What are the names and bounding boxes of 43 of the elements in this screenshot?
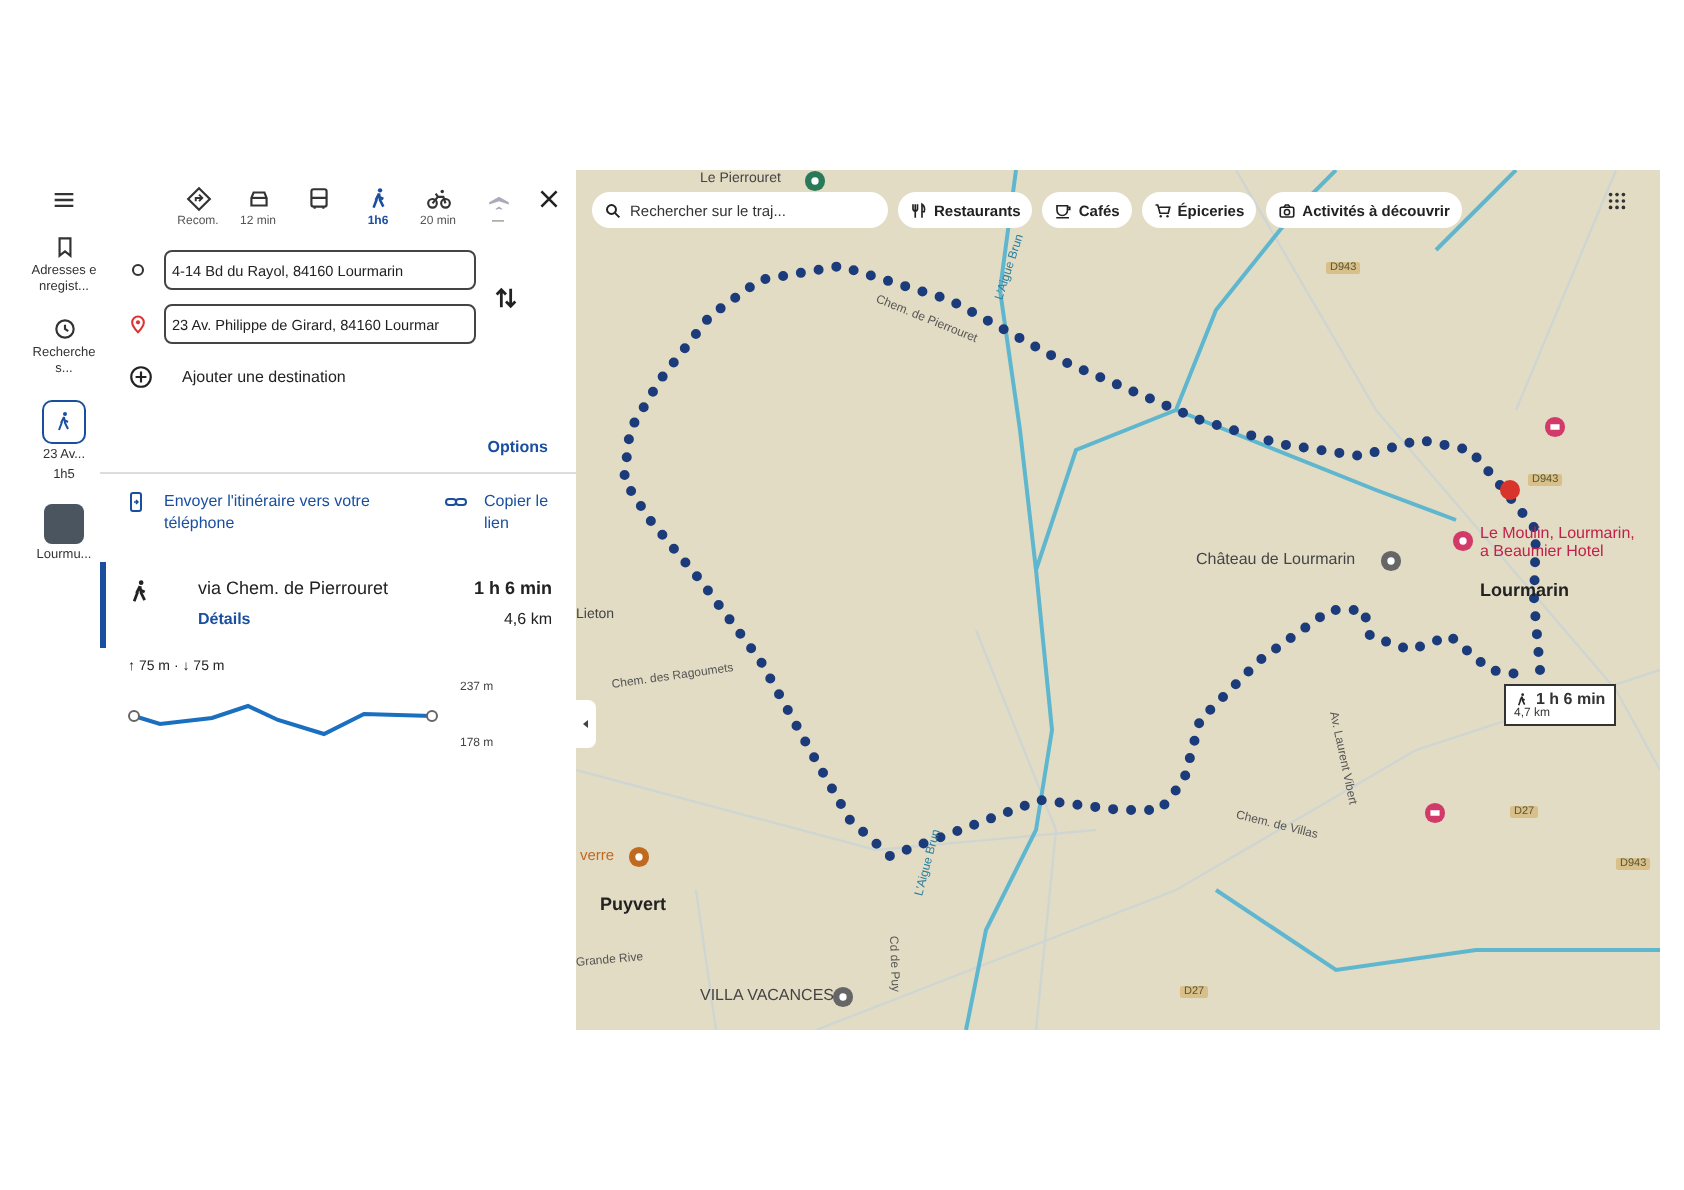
route-duration: 1 h 6 min: [473, 578, 552, 599]
landmark-label: Château de Lourmarin: [1196, 550, 1356, 568]
history-icon: [51, 316, 77, 343]
photo-placeholder: [44, 503, 84, 544]
camera-icon: [1278, 201, 1297, 219]
walking-person-icon: [1514, 691, 1530, 707]
bicycle-icon: [425, 186, 451, 212]
caret-left-icon: [580, 716, 592, 732]
town-label: Lourmarin: [1480, 580, 1570, 600]
swap-arrows-icon[interactable]: [492, 283, 520, 311]
phone-icon: [124, 490, 148, 514]
landmark-pin-icon: [804, 170, 826, 192]
route-name: via Chem. de Pierrouret: [198, 578, 391, 599]
send-to-phone-link[interactable]: Envoyer l'itinéraire vers votre téléphone: [164, 490, 384, 535]
bus-icon: [305, 186, 331, 212]
hotel-label: Le Moulin, Lourmarin, a Beaumier Hotel: [1480, 526, 1637, 562]
close-icon[interactable]: [536, 186, 562, 212]
restaurant-pin-icon: [628, 846, 650, 868]
destination-pin-icon: [128, 314, 148, 334]
landmark-label: VILLA VACANCES: [700, 986, 834, 1004]
options-link[interactable]: Options: [487, 438, 548, 456]
collapse-panel-button[interactable]: [576, 700, 596, 748]
cart-icon: [1153, 201, 1172, 219]
hotel-pin-icon: [1544, 416, 1566, 438]
landmark-pin-icon: [1380, 550, 1402, 572]
start-circle-icon: [128, 260, 148, 280]
add-circle-icon[interactable]: [128, 364, 154, 390]
cup-icon: [1054, 201, 1073, 219]
add-destination-link[interactable]: Ajouter une destination: [182, 368, 346, 386]
route-destination-pin-icon: [1500, 480, 1520, 500]
hotel-pin-icon: [1452, 530, 1474, 552]
landmark-pin-icon: [831, 986, 854, 1008]
fork-knife-icon: [910, 201, 928, 219]
car-icon: [245, 186, 271, 212]
diamond-arrow-icon: [185, 186, 211, 212]
apps-grid-icon[interactable]: [1606, 190, 1628, 212]
tooltip-duration: 1 h 6 min: [1536, 690, 1606, 708]
route-distance: 4,6 km: [503, 610, 552, 629]
town-label: Puyvert: [600, 894, 667, 914]
copy-link[interactable]: Copier le lien: [484, 490, 552, 535]
search-icon: [604, 201, 622, 219]
details-link[interactable]: Détails: [198, 610, 474, 629]
hotel-pin-icon: [1424, 802, 1446, 824]
